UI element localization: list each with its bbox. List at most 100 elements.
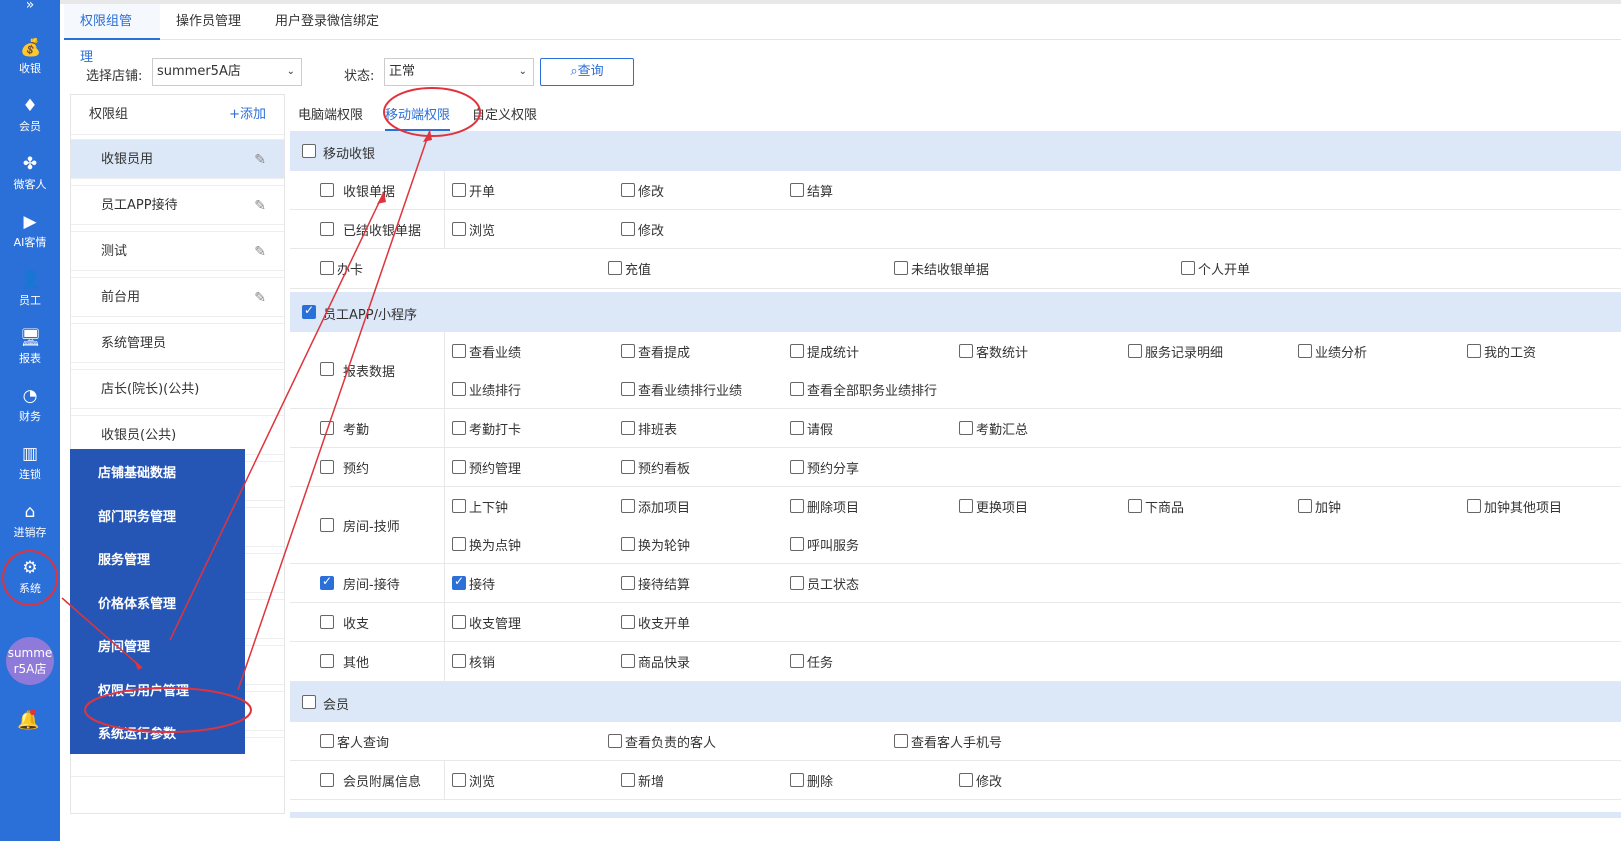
- checkbox[interactable]: [621, 421, 635, 435]
- checkbox[interactable]: [1467, 499, 1481, 513]
- checkbox[interactable]: [1128, 499, 1142, 513]
- sidebar-item-ai[interactable]: ▶ AI客情: [0, 204, 60, 262]
- pencil-icon[interactable]: ✎: [254, 140, 266, 180]
- section-checkbox[interactable]: [302, 303, 316, 319]
- checkbox[interactable]: [1181, 261, 1195, 275]
- sidebar-item-cashier[interactable]: 💰 收银: [0, 30, 60, 88]
- bell-icon[interactable]: 🔔: [17, 710, 39, 731]
- pencil-icon[interactable]: ✎: [254, 186, 266, 226]
- checkbox[interactable]: [452, 344, 466, 358]
- row-checkbox[interactable]: [320, 421, 334, 435]
- checkbox[interactable]: [621, 183, 635, 197]
- pencil-icon[interactable]: ✎: [254, 278, 266, 318]
- checkbox[interactable]: [608, 261, 622, 275]
- menu-item-room[interactable]: 房间管理: [98, 636, 150, 655]
- checkbox[interactable]: [452, 574, 466, 590]
- row-checkbox[interactable]: [320, 183, 334, 197]
- checkbox[interactable]: [621, 576, 635, 590]
- group-item[interactable]: 店长(院长)(公共): [71, 369, 284, 409]
- checkbox[interactable]: [790, 460, 804, 474]
- menu-item-permission[interactable]: 权限与用户管理: [98, 680, 189, 699]
- checkbox[interactable]: [790, 344, 804, 358]
- checkbox[interactable]: [959, 344, 973, 358]
- row-checkbox[interactable]: [320, 460, 334, 474]
- menu-item-params[interactable]: 系统运行参数: [98, 723, 176, 742]
- sidebar-item-chain[interactable]: ▥ 连锁: [0, 436, 60, 494]
- add-group-button[interactable]: +添加: [229, 95, 266, 135]
- checkbox[interactable]: [621, 654, 635, 668]
- status-select[interactable]: 正常 ⌄: [384, 58, 534, 86]
- checkbox[interactable]: [894, 734, 908, 748]
- group-item[interactable]: 员工APP接待 ✎: [71, 185, 284, 225]
- row-checkbox[interactable]: [320, 518, 334, 532]
- checkbox[interactable]: [790, 537, 804, 551]
- checkbox[interactable]: [621, 222, 635, 236]
- expand-icon[interactable]: »: [0, 0, 60, 28]
- sidebar-item-report[interactable]: 🖥 报表: [0, 320, 60, 378]
- checkbox[interactable]: [452, 421, 466, 435]
- menu-item-service[interactable]: 服务管理: [98, 549, 150, 568]
- tab-custom-permission[interactable]: 自定义权限: [472, 104, 537, 123]
- checkbox[interactable]: [790, 382, 804, 396]
- checkbox[interactable]: [621, 615, 635, 629]
- checkbox[interactable]: [621, 382, 635, 396]
- sidebar-item-member[interactable]: ♦ 会员: [0, 88, 60, 146]
- menu-item-price[interactable]: 价格体系管理: [98, 593, 176, 612]
- section-checkbox[interactable]: [302, 695, 316, 709]
- tab-permission-group[interactable]: 权限组管理: [64, 4, 160, 65]
- checkbox[interactable]: [959, 773, 973, 787]
- checkbox[interactable]: [452, 654, 466, 668]
- checkbox[interactable]: [790, 421, 804, 435]
- checkbox[interactable]: [621, 499, 635, 513]
- checkbox[interactable]: [320, 261, 334, 275]
- checkbox[interactable]: [452, 183, 466, 197]
- checkbox[interactable]: [1467, 344, 1481, 358]
- checkbox[interactable]: [452, 773, 466, 787]
- row-checkbox[interactable]: [320, 362, 334, 376]
- checkbox[interactable]: [621, 537, 635, 551]
- sidebar-item-inventory[interactable]: ⌂ 进销存: [0, 494, 60, 552]
- sidebar-item-finance[interactable]: ◔ 财务: [0, 378, 60, 436]
- row-checkbox[interactable]: [320, 574, 334, 590]
- checkbox[interactable]: [452, 460, 466, 474]
- checkbox[interactable]: [1128, 344, 1142, 358]
- checkbox[interactable]: [452, 382, 466, 396]
- checkbox[interactable]: [959, 499, 973, 513]
- row-checkbox[interactable]: [320, 773, 334, 787]
- checkbox[interactable]: [1298, 344, 1312, 358]
- checkbox[interactable]: [894, 261, 908, 275]
- row-checkbox[interactable]: [320, 654, 334, 668]
- row-checkbox[interactable]: [320, 222, 334, 236]
- checkbox[interactable]: [790, 654, 804, 668]
- section-checkbox[interactable]: [302, 144, 316, 158]
- store-select[interactable]: summer5A店 ⌄: [152, 58, 302, 86]
- menu-item-store-basic[interactable]: 店铺基础数据: [98, 462, 176, 481]
- checkbox[interactable]: [452, 499, 466, 513]
- checkbox[interactable]: [790, 773, 804, 787]
- checkbox[interactable]: [621, 344, 635, 358]
- store-avatar[interactable]: summe r5A店: [6, 637, 54, 685]
- tab-wechat-binding[interactable]: 用户登录微信绑定: [259, 4, 395, 40]
- sidebar-item-staff[interactable]: 👤 员工: [0, 262, 60, 320]
- checkbox[interactable]: [959, 421, 973, 435]
- checkbox[interactable]: [452, 222, 466, 236]
- checkbox[interactable]: [790, 576, 804, 590]
- checkbox[interactable]: [621, 460, 635, 474]
- group-item[interactable]: 前台用 ✎: [71, 277, 284, 317]
- checkbox[interactable]: [452, 615, 466, 629]
- tab-pc-permission[interactable]: 电脑端权限: [298, 104, 363, 123]
- checkbox[interactable]: [452, 537, 466, 551]
- checkbox[interactable]: [621, 773, 635, 787]
- sidebar-item-wechat-guest[interactable]: ✤ 微客人: [0, 146, 60, 204]
- checkbox[interactable]: [790, 183, 804, 197]
- row-checkbox[interactable]: [320, 615, 334, 629]
- pencil-icon[interactable]: ✎: [254, 232, 266, 272]
- group-item[interactable]: 系统管理员: [71, 323, 284, 363]
- group-item[interactable]: 收银员用 ✎: [71, 139, 284, 179]
- sidebar-item-system[interactable]: ⚙ 系统: [2, 550, 58, 606]
- tab-mobile-permission[interactable]: 移动端权限: [385, 104, 451, 131]
- menu-item-department[interactable]: 部门职务管理: [98, 506, 176, 525]
- checkbox[interactable]: [608, 734, 622, 748]
- query-button[interactable]: ⌕查询: [540, 58, 634, 86]
- checkbox[interactable]: [1298, 499, 1312, 513]
